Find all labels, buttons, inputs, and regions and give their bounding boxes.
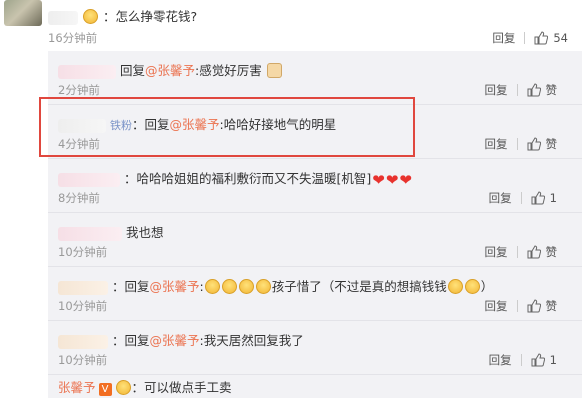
- like-count: 54: [553, 31, 568, 45]
- timestamp: 10分钟前: [58, 245, 108, 259]
- thumbs-up-icon: [527, 137, 541, 151]
- timestamp: 2分钟前: [58, 83, 100, 97]
- reply-button[interactable]: 回复: [489, 352, 512, 368]
- mention-link[interactable]: @张馨予: [150, 333, 200, 348]
- reply-item: ：回复@张馨予:我天居然回复我了 10分钟前 回复 1: [48, 321, 582, 375]
- top-comment-text: ：怎么挣零花钱?: [48, 6, 197, 25]
- laugh-cry-icon: [221, 279, 237, 294]
- reply-button[interactable]: 回复: [485, 82, 508, 98]
- username-blurred[interactable]: [58, 64, 116, 79]
- divider: [524, 32, 526, 44]
- thumbs-up-icon: [527, 299, 541, 313]
- highlight-box: [39, 97, 415, 157]
- emoji-icon: [115, 380, 131, 395]
- timestamp: 16分钟前: [48, 31, 98, 45]
- like-button[interactable]: 1: [531, 191, 557, 205]
- thumbs-up-icon: [527, 245, 541, 259]
- username-blurred[interactable]: [58, 334, 108, 349]
- username-blurred[interactable]: [48, 10, 78, 25]
- laugh-cry-icon: [447, 279, 463, 294]
- reply-item: ：回复@张馨予: 孩子惜了（不过是真的想搞钱钱） 10分钟前 回复 赞: [48, 267, 582, 321]
- thumbs-up-icon: [531, 191, 545, 205]
- thumbs-up-icon: [534, 31, 549, 45]
- like-button[interactable]: 赞: [527, 298, 557, 314]
- heart-icon: ❤: [399, 171, 412, 189]
- heart-icon: ❤: [385, 171, 399, 189]
- reply-button[interactable]: 回复: [485, 298, 508, 314]
- timestamp: 8分钟前: [58, 191, 100, 205]
- laugh-cry-icon: [464, 279, 480, 294]
- mention-link[interactable]: @张馨予: [150, 279, 200, 294]
- like-button[interactable]: 赞: [527, 82, 557, 98]
- reply-button[interactable]: 回复: [489, 190, 512, 206]
- reply-item: ：哈哈哈姐姐的福利敷衍而又不失温暖[机智]❤❤❤ 8分钟前 回复 1: [48, 159, 582, 213]
- reply-button[interactable]: 回复: [485, 244, 508, 260]
- mention-link[interactable]: @张馨予: [145, 63, 195, 78]
- heart-icon: ❤: [372, 171, 385, 189]
- reply-button[interactable]: 回复: [492, 30, 515, 46]
- like-button[interactable]: 54: [534, 31, 568, 45]
- like-button[interactable]: 赞: [527, 244, 557, 260]
- username-blurred[interactable]: [58, 280, 108, 295]
- like-button[interactable]: 赞: [527, 136, 557, 152]
- laugh-cry-icon: [255, 279, 271, 294]
- comment-actions: 回复 54: [492, 30, 568, 46]
- reply-item: 我也想 10分钟前 回复 赞: [48, 213, 582, 267]
- emoji-icon: [82, 9, 98, 24]
- timestamp: 10分钟前: [58, 353, 108, 367]
- thumbs-up-icon: [531, 353, 545, 367]
- verified-badge: V: [98, 383, 112, 396]
- avatar[interactable]: [4, 0, 42, 26]
- reply-item: 张馨予 V ：可以做点手工卖: [58, 380, 232, 396]
- laugh-cry-icon: [204, 279, 220, 294]
- timestamp: 10分钟前: [58, 299, 108, 313]
- username-blurred[interactable]: [58, 172, 120, 187]
- laugh-cry-icon: [238, 279, 254, 294]
- author-link[interactable]: 张馨予: [58, 380, 96, 395]
- dog-emoji-icon: [266, 63, 282, 78]
- like-button[interactable]: 1: [531, 353, 557, 367]
- username-blurred[interactable]: [58, 226, 122, 241]
- thumbs-up-icon: [527, 83, 541, 97]
- reply-button[interactable]: 回复: [485, 136, 508, 152]
